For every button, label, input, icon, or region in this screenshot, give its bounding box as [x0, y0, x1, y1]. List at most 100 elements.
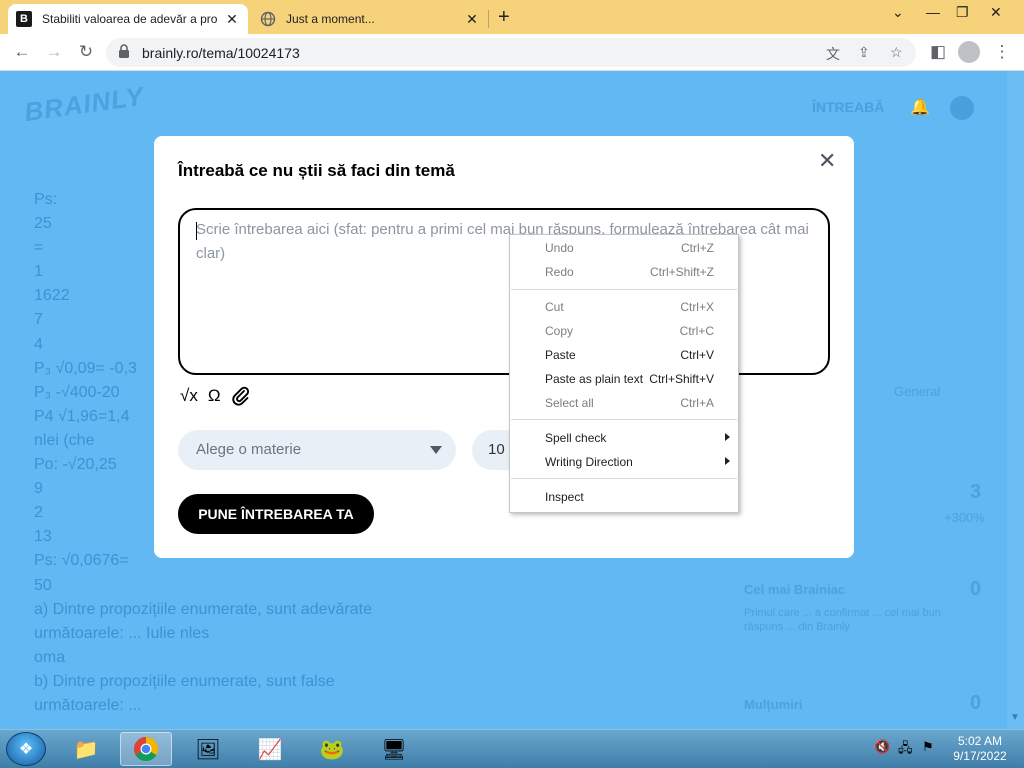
stat-count: 3 [970, 481, 982, 503]
tab-brainly[interactable]: B Stabiliti valoarea de adevăr a pro ✕ [8, 4, 248, 34]
network-app-icon[interactable]: 🖥 [368, 732, 420, 766]
menu-item-shortcut: Ctrl+Shift+V [649, 372, 714, 386]
menu-item-inspect[interactable]: Inspect [510, 486, 738, 508]
frog-app-icon[interactable]: 🐸 [306, 732, 358, 766]
submenu-arrow-icon [725, 433, 730, 441]
modal-title: Întreabă ce nu știi să faci din temă [178, 161, 455, 180]
browser-toolbar: ← → ↻ brainly.ro/tema/10024173 文 ⇪ ☆ ◧ ⋮ [0, 34, 1024, 71]
menu-item-shortcut: Ctrl+C [679, 324, 714, 338]
ask-question-modal: Întreabă ce nu știi să faci din temă ✕ S… [154, 136, 854, 558]
file-explorer-icon[interactable]: 📁 [60, 732, 112, 766]
profile-avatar-icon[interactable] [958, 41, 980, 63]
menu-item-label: Writing Direction [545, 455, 633, 469]
scroll-down-arrow-icon[interactable]: ▼ [1010, 712, 1020, 723]
tab-strip: B Stabiliti valoarea de adevăr a pro ✕ J… [0, 0, 1024, 34]
menu-item-label: Select all [545, 396, 594, 410]
bell-icon: 🔔 [910, 99, 930, 116]
tab-close-icon[interactable]: ✕ [464, 11, 480, 28]
new-tab-icon[interactable]: + [498, 6, 510, 29]
menu-item-paste-plain-text[interactable]: Paste as plain text Ctrl+Shift+V [510, 368, 738, 390]
chevron-down-icon [430, 446, 442, 454]
chart-editor-icon[interactable]: 📈 [244, 732, 296, 766]
attachment-icon[interactable] [231, 386, 251, 411]
clock-date: 9/17/2022 [953, 749, 1007, 763]
page-scrollbar[interactable] [1007, 71, 1024, 729]
bookmark-star-icon[interactable]: ☆ [890, 44, 903, 61]
lock-icon[interactable] [118, 44, 130, 63]
network-tray-icon[interactable]: 🖧 [898, 739, 913, 761]
menu-item-undo[interactable]: Undo Ctrl+Z [510, 237, 738, 259]
address-bar[interactable]: brainly.ro/tema/10024173 文 ⇪ ☆ [106, 38, 916, 67]
close-icon[interactable]: ✕ [818, 148, 836, 174]
omega-symbol-icon[interactable]: Ω [208, 386, 221, 411]
best-desc: Primul care ... a confirmat ... cel mai … [744, 607, 941, 633]
submit-question-button[interactable]: PUNE ÎNTREBAREA TA [178, 494, 374, 534]
menu-item-label: Cut [545, 300, 564, 314]
chrome-icon [133, 737, 159, 762]
restore-icon[interactable]: ❐ [956, 4, 969, 21]
share-icon[interactable]: ⇪ [858, 44, 870, 61]
question-line: următoarele: ... [34, 696, 142, 714]
menu-item-label: Spell check [545, 431, 607, 445]
menu-item-cut[interactable]: Cut Ctrl+X [510, 296, 738, 318]
forward-arrow-icon[interactable]: → [42, 40, 66, 64]
minimize-icon[interactable]: — [926, 4, 940, 20]
translate-icon[interactable]: 文 [826, 44, 840, 64]
system-clock[interactable]: 5:02 AM 9/17/2022 [950, 734, 1010, 764]
submenu-arrow-icon [725, 457, 730, 465]
subject-select[interactable]: Alege o materie [178, 430, 456, 470]
menu-item-spell-check[interactable]: Spell check [510, 427, 738, 449]
url-text: brainly.ro/tema/10024173 [142, 45, 300, 61]
stat-percent: +300% [944, 510, 985, 525]
tab-close-icon[interactable]: ✕ [224, 11, 240, 28]
menu-item-label: Paste as plain text [545, 372, 644, 386]
chrome-taskbar-button[interactable] [120, 732, 172, 766]
volume-muted-icon[interactable]: 🔇 [874, 739, 890, 755]
menu-item-redo[interactable]: Redo Ctrl+Shift+Z [510, 261, 738, 283]
brainly-favicon-icon: B [16, 11, 32, 27]
windows-logo-icon: ❖ [18, 741, 34, 758]
menu-item-paste[interactable]: Paste Ctrl+V [510, 344, 738, 366]
windows-taskbar: ❖ 📁 🖼 📈 🐸 🖥 🔇 🖧 ⚑ 5:02 AM 9/17/2022 [0, 729, 1024, 768]
points-value: 10 [488, 441, 505, 458]
menu-kebab-icon[interactable]: ⋮ [990, 40, 1014, 64]
action-center-icon[interactable]: ⚑ [922, 739, 934, 755]
window-close-icon[interactable]: ✕ [990, 4, 1002, 21]
brainly-logo: BRAINLY [22, 80, 147, 128]
globe-icon [260, 11, 276, 27]
subject-select-label: Alege o materie [196, 441, 302, 458]
question-line: 50 [34, 576, 52, 594]
thanks-count: 0 [970, 692, 982, 714]
menu-item-shortcut: Ctrl+Shift+Z [649, 265, 714, 279]
menu-separator [511, 419, 737, 420]
tab-title: Just a moment... [286, 12, 375, 26]
menu-item-label: Undo [545, 241, 574, 255]
tab-separator [488, 10, 489, 28]
start-button[interactable]: ❖ [6, 732, 46, 766]
editor-toolbar: √x Ω [180, 386, 251, 411]
menu-item-copy[interactable]: Copy Ctrl+C [510, 320, 738, 342]
tab-search-chevron-icon[interactable]: ⌄ [892, 4, 904, 21]
clock-time: 5:02 AM [957, 734, 1003, 748]
tab-just-a-moment[interactable]: Just a moment... ✕ [252, 4, 488, 34]
menu-item-label: Copy [545, 324, 574, 338]
menu-item-shortcut: Ctrl+X [680, 300, 714, 314]
back-arrow-icon[interactable]: ← [10, 40, 34, 64]
menu-item-select-all[interactable]: Select all Ctrl+A [510, 392, 738, 414]
reload-icon[interactable]: ↻ [74, 40, 98, 64]
best-title: Cel mai Brainiac [744, 582, 846, 597]
menu-item-shortcut: Ctrl+V [680, 348, 714, 362]
menu-item-label: Paste [545, 348, 576, 362]
math-sqrt-icon[interactable]: √x [180, 386, 198, 411]
question-line: oma [34, 648, 66, 666]
ask-nav-button: ÎNTREABĂ [812, 99, 885, 115]
question-line: b) Dintre propozițiile enumerate, sunt f… [34, 672, 335, 690]
control-panel-icon[interactable]: 🖼 [182, 732, 234, 766]
menu-item-label: Inspect [545, 490, 584, 504]
side-panel-icon[interactable]: ◧ [926, 40, 950, 64]
menu-separator [511, 478, 737, 479]
tab-title: Stabiliti valoarea de adevăr a pro [42, 12, 218, 26]
menu-item-shortcut: Ctrl+Z [681, 241, 714, 255]
menu-item-writing-direction[interactable]: Writing Direction [510, 451, 738, 473]
user-avatar [950, 96, 974, 120]
